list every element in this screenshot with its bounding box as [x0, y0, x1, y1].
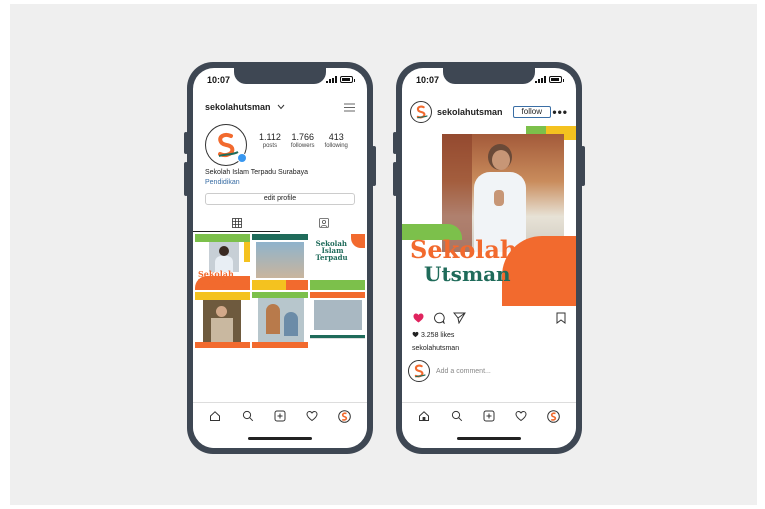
phone-profile: 10:07 sekolahutsman 1.112 posts 1.766 fo… [184, 62, 376, 454]
school-logo-icon [414, 364, 426, 378]
chevron-down-icon[interactable] [277, 104, 285, 110]
grid-post-6[interactable] [309, 292, 365, 348]
comment-input[interactable]: Add a comment... [436, 368, 491, 375]
battery-icon [549, 76, 564, 83]
grid-post-4[interactable] [195, 292, 251, 348]
status-time: 10:07 [207, 75, 231, 85]
grid-post-2[interactable] [252, 234, 308, 290]
search-icon[interactable] [449, 408, 465, 424]
comment-avatar [408, 360, 430, 382]
notch [443, 68, 535, 84]
grid-post-3[interactable]: Sekolah Islam Terpadu [309, 234, 365, 290]
grid-icon [231, 217, 242, 228]
post-username[interactable]: sekolahutsman [437, 107, 503, 117]
grid-post-5[interactable] [252, 292, 308, 348]
edit-profile-button[interactable]: edit profile [205, 193, 355, 205]
stat-posts[interactable]: 1.112 posts [259, 132, 281, 149]
tab-tagged[interactable] [280, 214, 367, 232]
photo-student [209, 242, 239, 272]
home-indicator [457, 437, 521, 440]
home-icon[interactable] [416, 408, 432, 424]
tile-text-sit: Sekolah Islam Terpadu [315, 239, 348, 262]
search-icon[interactable] [240, 408, 256, 424]
home-indicator [248, 437, 312, 440]
tile-text-school: Sekolah Utsman [198, 269, 234, 287]
heart-icon[interactable] [513, 408, 529, 424]
add-post-icon[interactable] [481, 408, 497, 424]
bottom-nav [193, 402, 367, 448]
post-screen: 10:07 sekolahutsman follow ••• Sekolah U… [402, 68, 576, 448]
status-time: 10:07 [416, 75, 440, 85]
status-icons [326, 76, 355, 83]
share-icon[interactable] [453, 312, 466, 324]
add-post-icon[interactable] [272, 408, 288, 424]
heart-filled-icon[interactable] [412, 312, 425, 324]
signal-icon [535, 76, 546, 83]
stat-following[interactable]: 413 following [325, 132, 348, 149]
comment-row: Add a comment... [408, 360, 570, 382]
grid-post-1[interactable]: Sekolah Utsman [195, 234, 251, 290]
profile-avatar-icon[interactable] [546, 408, 562, 424]
tagged-icon [318, 218, 329, 228]
profile-avatar-icon[interactable] [337, 408, 353, 424]
post-avatar[interactable] [410, 101, 432, 123]
photo-teacher [258, 298, 305, 342]
profile-header: sekolahutsman [205, 102, 355, 112]
bio-name: Sekolah Islam Terpadu Surabaya [205, 169, 308, 176]
heart-icon[interactable] [304, 408, 320, 424]
profile-stats: 1.112 posts 1.766 followers 413 followin… [259, 132, 348, 149]
profile-tabs [193, 214, 367, 232]
bookmark-icon[interactable] [556, 312, 566, 324]
post-image[interactable]: Sekolah Utsman [402, 126, 576, 306]
heart-small-icon [412, 331, 419, 338]
school-logo-icon [416, 105, 428, 119]
profile-username[interactable]: sekolahutsman [205, 102, 271, 112]
post-caption: sekolahutsman [412, 345, 460, 352]
menu-icon[interactable] [344, 103, 355, 112]
home-icon[interactable] [207, 408, 223, 424]
bottom-nav [402, 402, 576, 448]
battery-icon [340, 76, 355, 83]
notch [234, 68, 326, 84]
profile-avatar[interactable] [205, 124, 247, 166]
phone-post: 10:07 sekolahutsman follow ••• Sekolah U… [393, 62, 585, 454]
likes-count[interactable]: 3.258 likes [412, 331, 454, 339]
comment-icon[interactable] [433, 312, 445, 324]
photo-group [256, 242, 305, 278]
post-grid: Sekolah Utsman Sekolah Islam Terpadu [195, 234, 365, 348]
post-title-line2: Utsman [424, 262, 511, 286]
post-title-line1: Sekolah [410, 235, 518, 264]
photo-class [313, 300, 362, 330]
profile-screen: 10:07 sekolahutsman 1.112 posts 1.766 fo… [193, 68, 367, 448]
signal-icon [326, 76, 337, 83]
status-icons [535, 76, 564, 83]
tab-grid[interactable] [193, 214, 280, 232]
more-options-icon[interactable]: ••• [552, 105, 568, 119]
backdrop [10, 4, 757, 505]
stat-followers[interactable]: 1.766 followers [291, 132, 315, 149]
follow-button[interactable]: follow [512, 106, 551, 118]
photo-student-2 [203, 300, 241, 342]
post-actions [412, 312, 566, 324]
bio-category[interactable]: Pendidikan [205, 179, 240, 186]
post-header: sekolahutsman follow ••• [410, 100, 568, 124]
verified-badge-icon [237, 153, 247, 163]
